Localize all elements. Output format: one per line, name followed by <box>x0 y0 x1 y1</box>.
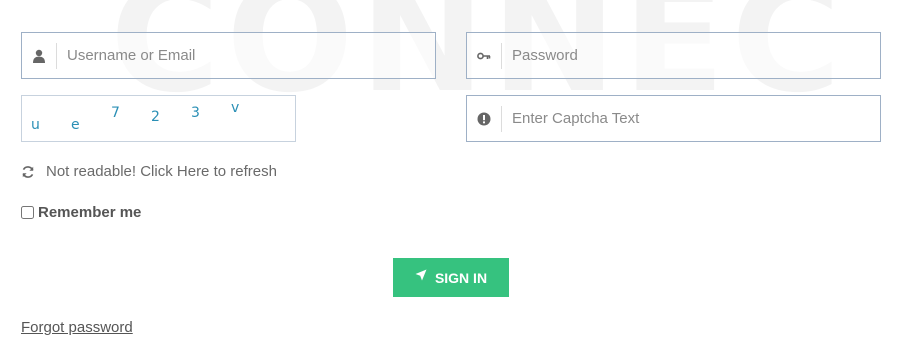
refresh-label: Not readable! Click Here to refresh <box>46 163 277 180</box>
captcha-char: 7 <box>111 105 120 121</box>
captcha-char: 3 <box>191 105 200 121</box>
exclamation-circle-icon <box>467 105 502 132</box>
password-input[interactable] <box>502 33 880 78</box>
username-input[interactable] <box>57 33 435 78</box>
remember-me: Remember me <box>21 204 141 221</box>
username-field[interactable] <box>21 32 436 79</box>
captcha-char: v <box>231 100 240 116</box>
captcha-input-field[interactable] <box>466 95 881 142</box>
sign-in-label: SIGN IN <box>434 269 488 286</box>
key-icon <box>467 42 502 69</box>
captcha-input[interactable] <box>502 96 880 141</box>
captcha-char: e <box>71 117 80 133</box>
password-field[interactable] <box>466 32 881 79</box>
paper-plane-icon <box>415 269 427 281</box>
forgot-password-link[interactable]: Forgot password <box>21 319 133 336</box>
captcha-char: 2 <box>151 109 160 125</box>
remember-checkbox[interactable] <box>21 206 34 219</box>
remember-label[interactable]: Remember me <box>38 204 141 221</box>
refresh-icon <box>21 165 35 179</box>
captcha-image: u e 7 2 3 v <box>21 95 296 142</box>
refresh-captcha-link[interactable]: Not readable! Click Here to refresh <box>21 163 277 180</box>
user-icon <box>22 42 57 69</box>
captcha-char: u <box>31 117 40 133</box>
sign-in-button[interactable]: SIGN IN <box>393 258 509 297</box>
